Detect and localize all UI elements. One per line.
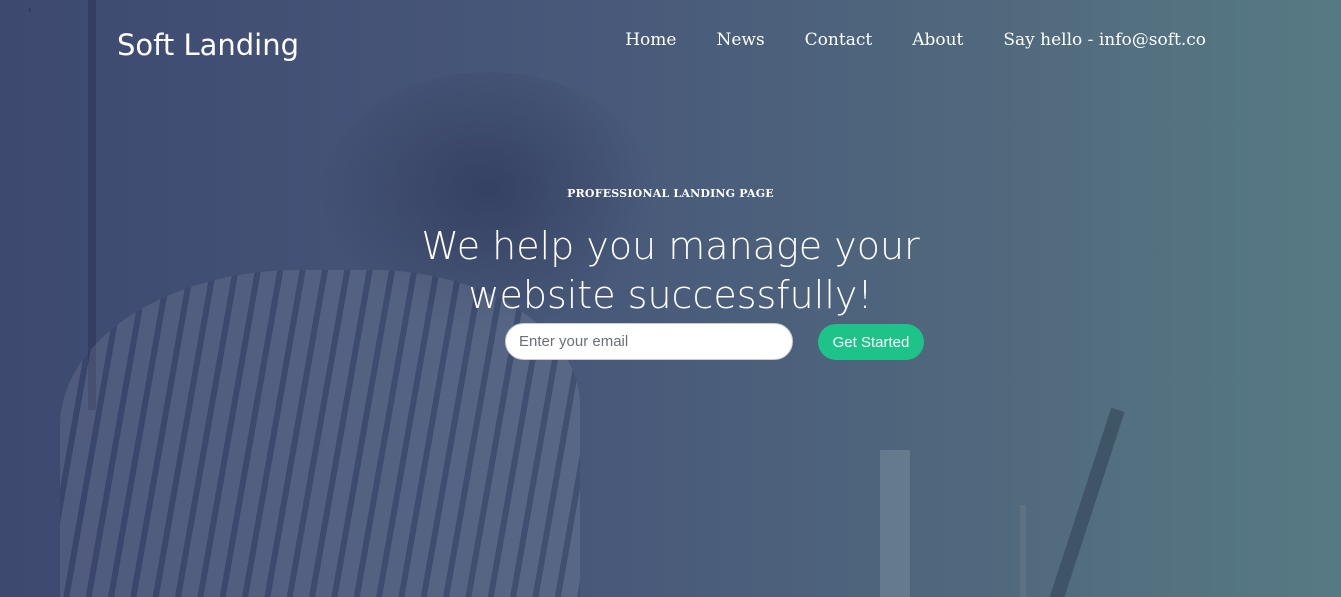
hero-headline-line-2: website successfully! [468, 273, 873, 317]
nav-contact-link[interactable]: Contact [805, 30, 873, 50]
hero-eyebrow: PROFESSIONAL LANDING PAGE [567, 187, 774, 200]
hero-headline-line-1: We help you manage your [421, 224, 920, 268]
hero-section: ‹ Soft Landing Home News Contact About S… [0, 0, 1341, 597]
background-photo-window [88, 0, 96, 410]
background-photo-laptop [1049, 407, 1125, 597]
email-input[interactable] [505, 323, 793, 360]
main-nav: Home News Contact About Say hello - info… [625, 30, 1206, 50]
background-photo-pen [1020, 505, 1026, 597]
nav-home-link[interactable]: Home [625, 30, 676, 50]
back-chevron-icon[interactable]: ‹ [28, 4, 32, 16]
hero-headline: We help you manage your website successf… [0, 222, 1341, 320]
get-started-button[interactable]: Get Started [818, 324, 924, 360]
nav-about-link[interactable]: About [912, 30, 963, 50]
nav-say-hello-link[interactable]: Say hello - info@soft.co [1003, 30, 1206, 50]
nav-news-link[interactable]: News [716, 30, 764, 50]
background-photo-stand [880, 450, 910, 597]
brand-logo-text[interactable]: Soft Landing [117, 28, 299, 62]
